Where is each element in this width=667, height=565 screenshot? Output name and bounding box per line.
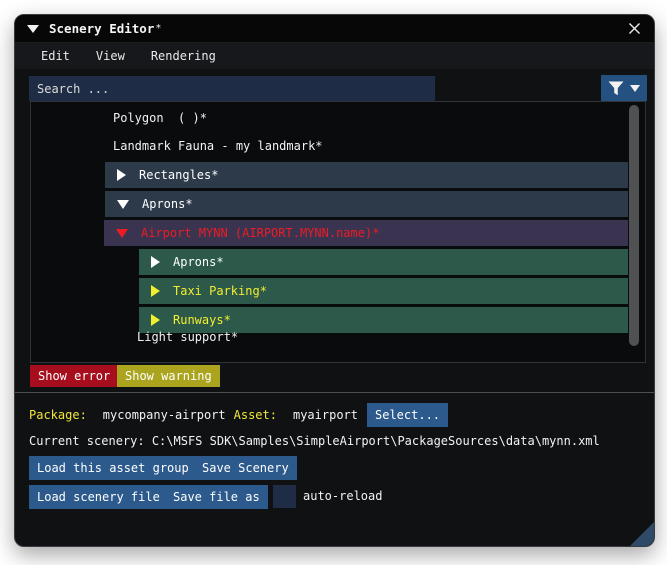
asset-value: myairport — [292, 408, 359, 422]
tree-item-landmark-fauna[interactable]: Landmark Fauna - my landmark* — [113, 139, 323, 153]
tree-item-polygon[interactable]: Polygon ( )* — [113, 111, 207, 125]
scenery-tree-panel: Polygon ( )* Landmark Fauna - my landmar… — [30, 101, 646, 363]
tree-item-light-support[interactable]: Light support* — [137, 330, 238, 344]
tree-group-airport-aprons[interactable]: Aprons* — [139, 249, 628, 275]
title-bar: Scenery Editor * — [15, 15, 654, 43]
resize-grip[interactable] — [629, 521, 654, 546]
modified-marker: * — [155, 23, 162, 34]
scenery-editor-window: Scenery Editor* Edit View Rendering Poly… — [14, 14, 655, 547]
load-asset-group-button[interactable]: Load this asset group — [29, 456, 197, 480]
tree-group-aprons[interactable]: Aprons* — [105, 191, 628, 217]
menu-edit[interactable]: Edit — [41, 49, 70, 63]
select-asset-button[interactable]: Select... — [367, 403, 449, 427]
save-scenery-button[interactable]: Save Scenery — [194, 456, 297, 480]
expand-arrow-icon[interactable] — [151, 285, 160, 297]
footer-divider — [15, 392, 654, 393]
filter-dropdown-icon — [630, 84, 640, 92]
package-value: mycompany-airport — [102, 408, 226, 422]
collapse-arrow-icon[interactable] — [116, 228, 128, 238]
show-error-button[interactable]: Show error — [30, 365, 119, 387]
expand-arrow-icon[interactable] — [117, 169, 126, 181]
auto-reload-checkbox[interactable] — [273, 485, 296, 508]
filter-button[interactable] — [601, 75, 647, 101]
package-info-row: Package: mycompany-airport Asset: myairp… — [29, 406, 358, 424]
tree-scrollbar-thumb[interactable] — [629, 105, 639, 346]
show-warning-button[interactable]: Show warning — [117, 365, 220, 387]
search-input[interactable] — [29, 76, 435, 101]
tree-group-label: Runways* — [173, 313, 231, 327]
tree-group-taxi-parking[interactable]: Taxi Parking* — [139, 278, 628, 304]
tree-group-label: Rectangles* — [139, 168, 219, 182]
tree-group-label: Airport MYNN (AIRPORT.MYNN.name)* — [141, 226, 380, 240]
expand-arrow-icon[interactable] — [151, 256, 160, 268]
tree-group-label: Aprons* — [142, 197, 193, 211]
auto-reload-label: auto-reload — [303, 489, 383, 503]
window-title: Scenery Editor — [49, 21, 155, 36]
menu-view[interactable]: View — [96, 49, 125, 63]
tree-group-airport-mynn[interactable]: Airport MYNN (AIRPORT.MYNN.name)* — [104, 220, 628, 246]
collapse-arrow-icon[interactable] — [117, 199, 129, 209]
current-scenery-path: Current scenery: C:\MSFS SDK\Samples\Sim… — [29, 434, 600, 448]
tree-group-label: Taxi Parking* — [173, 284, 267, 298]
expand-arrow-icon[interactable] — [151, 314, 160, 326]
package-label: Package: — [29, 408, 87, 422]
tree-item-control-tower[interactable]: Control tower* — [145, 352, 290, 362]
asset-label: Asset: — [233, 408, 277, 422]
tree-group-label: Aprons* — [173, 255, 224, 269]
tree-group-rectangles[interactable]: Rectangles* — [105, 162, 628, 188]
close-button[interactable] — [626, 21, 642, 37]
filter-funnel-icon — [608, 81, 624, 95]
save-file-as-button[interactable]: Save file as — [165, 485, 268, 509]
close-icon — [628, 23, 640, 34]
menu-rendering[interactable]: Rendering — [151, 49, 216, 63]
menu-bar: Edit View Rendering — [15, 43, 654, 69]
load-scenery-file-button[interactable]: Load scenery file — [29, 485, 168, 509]
window-collapse-arrow-icon[interactable] — [27, 24, 39, 33]
